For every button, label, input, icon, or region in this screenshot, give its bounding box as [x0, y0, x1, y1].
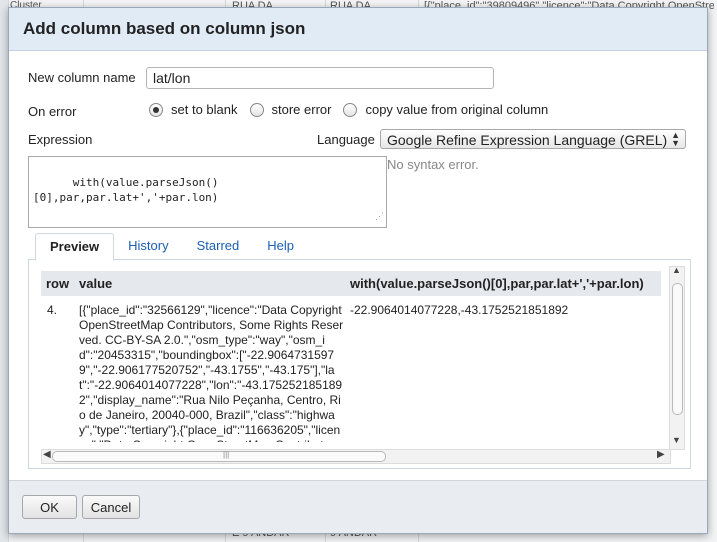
on-error-radio-group: set to blank store error copy value from… [149, 102, 560, 117]
tab-history[interactable]: History [114, 233, 182, 259]
tab-preview[interactable]: Preview [35, 233, 115, 261]
scroll-right-icon[interactable]: ▶ [657, 449, 665, 460]
expression-textarea[interactable]: with(value.parseJson() [0],par,par.lat+'… [28, 156, 387, 228]
dialog-footer: OK Cancel [9, 480, 707, 533]
language-label: Language [317, 132, 375, 147]
row-value: [{"place_id":"32566129","licence":"Data … [79, 303, 344, 442]
column-header-value: value [79, 276, 113, 291]
scroll-down-icon[interactable]: ▼ [672, 435, 681, 445]
add-column-dialog: Add column based on column json New colu… [8, 7, 708, 534]
column-header-expression: with(value.parseJson()[0],par,par.lat+',… [350, 276, 644, 291]
expression-label: Expression [28, 132, 93, 147]
cancel-button[interactable]: Cancel [82, 495, 140, 519]
scroll-left-icon[interactable]: ◀ [43, 449, 51, 460]
grip-icon: ||| [223, 450, 230, 459]
tab-strip: Preview History Starred Help [28, 233, 308, 261]
tab-starred[interactable]: Starred [183, 233, 254, 259]
row-number: 4. [47, 303, 58, 317]
new-column-name-input[interactable]: lat/lon [146, 67, 494, 89]
resize-grip-icon[interactable]: ⋰ [375, 210, 384, 225]
tab-help[interactable]: Help [253, 233, 308, 259]
preview-panel: row value with(value.parseJson()[0],par,… [28, 259, 691, 469]
scroll-up-icon[interactable]: ▲ [672, 265, 681, 275]
expression-text: with(value.parseJson() [0],par,par.lat+'… [33, 176, 219, 204]
language-select[interactable]: Google Refine Expression Language (GREL)… [380, 129, 686, 149]
dialog-title: Add column based on column json [9, 8, 707, 51]
row-result: -22.9064014077228,-43.1752521851892 [350, 303, 569, 317]
radio-label: copy value from original column [365, 102, 549, 117]
syntax-status: No syntax error. [387, 157, 479, 172]
radio-label: store error [271, 102, 332, 117]
on-error-option-copy-value[interactable]: copy value from original column [343, 102, 548, 117]
new-column-label: New column name [28, 70, 136, 85]
radio-label: set to blank [171, 102, 238, 117]
dialog-body: New column name lat/lon On error set to … [9, 51, 707, 477]
vertical-scroll-thumb[interactable] [672, 283, 683, 415]
background-left-strip [0, 0, 8, 542]
language-select-value: Google Refine Expression Language (GREL) [387, 132, 668, 148]
on-error-option-set-to-blank[interactable]: set to blank [149, 102, 238, 117]
horizontal-scrollbar[interactable]: ◀ ||| ▶ [41, 449, 671, 464]
horizontal-scroll-thumb[interactable]: ||| [52, 450, 386, 462]
ok-button[interactable]: OK [22, 495, 77, 519]
table-row: 4. [{"place_id":"32566129","licence":"Da… [41, 300, 661, 442]
on-error-label: On error [28, 104, 77, 119]
radio-button[interactable] [249, 102, 264, 117]
radio-button[interactable] [343, 102, 358, 117]
preview-table-header: row value with(value.parseJson()[0],par,… [41, 271, 661, 296]
on-error-option-store-error[interactable]: store error [249, 102, 332, 117]
vertical-scrollbar[interactable]: ▲ ▼ [669, 265, 685, 450]
select-arrows-icon: ▲ ▼ [671, 130, 680, 148]
radio-button-checked[interactable] [149, 102, 163, 117]
column-header-row: row [46, 276, 70, 291]
